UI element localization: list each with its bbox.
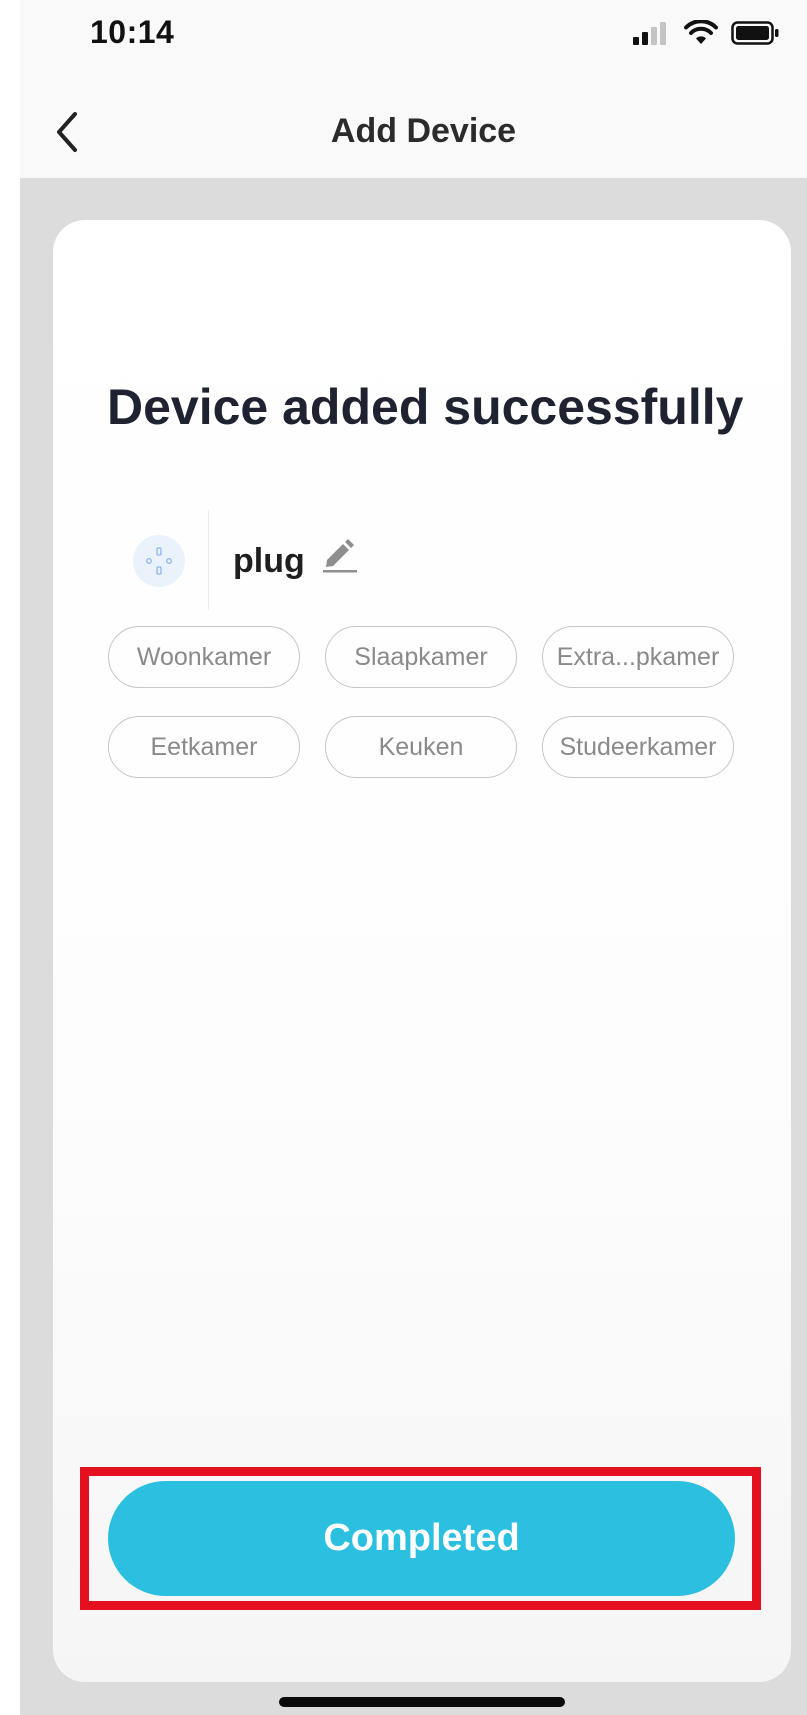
page-title: Add Device [330,112,517,150]
success-card: Device added successfully plug Woonkamer… [53,220,791,1682]
success-heading: Device added successfully [107,379,744,435]
status-time: 10:14 [90,14,175,50]
home-indicator [279,1697,565,1707]
room-chip[interactable]: Woonkamer [108,626,300,688]
edit-name-button[interactable] [319,534,359,574]
battery-icon [731,21,779,45]
room-chip[interactable]: Studeerkamer [542,716,734,778]
status-icons [631,20,781,46]
room-chip[interactable]: Keuken [325,716,517,778]
pencil-icon [323,539,357,573]
room-chip[interactable]: Slaapkamer [325,626,517,688]
smart-plug-icon [133,535,185,587]
room-chip[interactable]: Extra...pkamer [542,626,734,688]
cellular-signal-icon [633,22,666,45]
device-name[interactable]: plug [233,542,305,581]
wifi-icon [684,20,718,44]
room-chip[interactable]: Eetkamer [108,716,300,778]
screen-edge [0,0,20,1715]
completed-button[interactable]: Completed [108,1481,735,1596]
divider [208,510,209,610]
